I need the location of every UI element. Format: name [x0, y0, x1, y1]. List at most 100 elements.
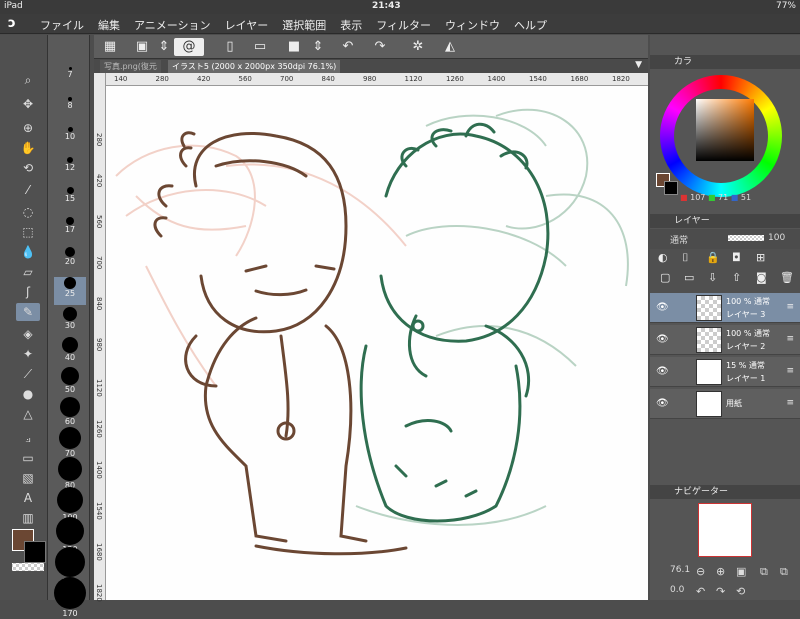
brush-size-8[interactable]: 8 — [54, 97, 86, 125]
blend-mode-select[interactable]: 通常 — [670, 233, 688, 246]
blend-icon[interactable]: 💧 — [16, 243, 40, 261]
line-icon[interactable]: ⟋ — [16, 365, 40, 383]
merge-down-icon[interactable]: ⇩ — [708, 271, 717, 284]
zoom-value[interactable]: 76.1 — [670, 565, 690, 575]
brush-size-12[interactable]: 12 — [54, 157, 86, 185]
tab-illust[interactable]: イラスト5 (2000 x 2000px 350dpi 76.1%) — [168, 60, 341, 73]
layer-lock-icon[interactable]: 🔒 — [706, 251, 720, 264]
opacity-slider[interactable] — [728, 235, 764, 241]
layer-menu-icon[interactable]: ≡ — [786, 302, 794, 312]
brush-size-70[interactable]: 70 — [54, 427, 86, 458]
new-folder-icon[interactable]: ▭ — [684, 271, 694, 284]
brush-size-7[interactable]: 7 — [54, 67, 86, 95]
sparkle-icon[interactable]: ✦ — [16, 345, 40, 363]
zoom-out-icon[interactable]: ⊖ — [696, 565, 705, 578]
tab-menu-icon[interactable]: ▼ — [635, 60, 642, 70]
brush-size-17[interactable]: 17 — [54, 217, 86, 245]
rectangle-icon[interactable]: ▭ — [16, 449, 40, 467]
menu-selection[interactable]: 選択範囲 — [282, 17, 326, 33]
ruler-icon[interactable]: △ — [16, 405, 40, 423]
opacity-value[interactable]: 100 — [768, 233, 785, 243]
layer-menu-icon[interactable]: ≡ — [786, 366, 794, 376]
layer-ref-icon[interactable]: ⊞ — [756, 251, 765, 264]
navigator-header[interactable]: ナビゲーター — [650, 485, 800, 499]
layer-row[interactable]: 👁 100 % 通常 レイヤー 2 ≡ — [650, 325, 800, 355]
layer-blend-icon[interactable]: ◐ — [658, 251, 668, 264]
text-icon[interactable]: A — [16, 489, 40, 507]
layer-menu-icon[interactable]: ≡ — [786, 398, 794, 408]
brush-size-10[interactable]: 10 — [54, 127, 86, 155]
figure-icon[interactable]: ⟓ — [16, 429, 40, 447]
menu-help[interactable]: ヘルプ — [514, 17, 547, 33]
undo-icon[interactable]: ↶ — [338, 38, 358, 56]
reset-rotate-icon[interactable]: ⟲ — [736, 585, 745, 598]
menu-file[interactable]: ファイル — [40, 17, 84, 33]
layer-panel-header[interactable]: レイヤー — [650, 214, 800, 228]
transparent-swatch[interactable] — [12, 563, 44, 571]
flip-v-icon[interactable]: ⧉ — [780, 565, 788, 579]
balloon-icon[interactable]: ● — [16, 385, 40, 403]
grid-icon[interactable]: ▦ — [100, 38, 120, 56]
loading-icon[interactable]: ✲ — [408, 38, 428, 56]
magnify-icon[interactable]: ⊕ — [16, 119, 40, 137]
pen-icon[interactable]: ✎ — [16, 303, 40, 321]
lasso-icon[interactable]: ◌ — [16, 203, 40, 221]
zoom-in-icon[interactable]: ⊕ — [716, 565, 725, 578]
menu-layer[interactable]: レイヤー — [225, 17, 269, 33]
brush-icon[interactable]: ʃ — [16, 283, 40, 301]
eraser-icon[interactable]: ▱ — [16, 263, 40, 281]
save-icon[interactable]: ■ — [284, 38, 304, 56]
navigator-preview[interactable] — [698, 503, 752, 557]
mask-icon[interactable]: ◙ — [756, 271, 767, 284]
merge-up-icon[interactable]: ⇧ — [732, 271, 741, 284]
fill-icon[interactable]: ◭ — [440, 38, 460, 56]
tile-icon[interactable]: ▥ — [16, 509, 40, 527]
brush-size-80[interactable]: 80 — [54, 457, 86, 490]
drawing-canvas[interactable] — [106, 86, 648, 600]
move-icon[interactable]: ✥ — [16, 95, 40, 113]
new-file-icon[interactable]: ▯ — [220, 38, 240, 56]
layer-menu-icon[interactable]: ≡ — [786, 334, 794, 344]
stepper-icon[interactable]: ⇕ — [154, 38, 174, 56]
layer-row[interactable]: 👁 100 % 通常 レイヤー 3 ≡ — [650, 293, 800, 323]
bucket-icon[interactable]: ◈ — [16, 325, 40, 343]
brush-size-50[interactable]: 50 — [54, 367, 86, 395]
app-logo-icon[interactable]: ↄ — [8, 16, 24, 32]
brush-size-60[interactable]: 60 — [54, 397, 86, 426]
spiral-icon[interactable]: @ — [174, 38, 204, 56]
layer-mask-icon[interactable]: ◘ — [732, 251, 741, 264]
brush-size-25[interactable]: 25 — [54, 277, 86, 305]
brush-size-30[interactable]: 30 — [54, 307, 86, 335]
sub-color-swatch[interactable] — [24, 541, 46, 563]
new-layer-icon[interactable]: ▢ — [660, 271, 670, 284]
layer-row[interactable]: 👁 15 % 通常 レイヤー 1 ≡ — [650, 357, 800, 387]
select-icon[interactable]: ⬚ — [16, 223, 40, 241]
rotate-icon[interactable]: ⟲ — [16, 159, 40, 177]
eye-icon[interactable]: 👁 — [656, 302, 669, 313]
hand-icon[interactable]: ✋ — [16, 139, 40, 157]
menu-view[interactable]: 表示 — [340, 17, 362, 33]
brush-size-15[interactable]: 15 — [54, 187, 86, 215]
eye-icon[interactable]: 👁 — [656, 398, 669, 409]
tab-photo[interactable]: 写真.png(復元 — [100, 60, 161, 73]
brush-size-170[interactable]: 170 — [54, 577, 86, 618]
flip-h-icon[interactable]: ⧉ — [760, 565, 768, 579]
brush-size-150[interactable]: 150 — [54, 547, 86, 586]
brush-size-20[interactable]: 20 — [54, 247, 86, 275]
menu-animation[interactable]: アニメーション — [134, 17, 211, 33]
brush-size-40[interactable]: 40 — [54, 337, 86, 365]
layer-clip-icon[interactable]: ⌷ — [682, 251, 689, 265]
photo-icon[interactable]: ▣ — [132, 38, 152, 56]
gradient-icon[interactable]: ▧ — [16, 469, 40, 487]
brush-size-100[interactable]: 100 — [54, 487, 86, 522]
saturation-square[interactable] — [696, 99, 754, 161]
fit-icon[interactable]: ▣ — [736, 565, 746, 578]
delete-layer-icon[interactable]: 🗑 — [780, 271, 794, 284]
menu-filter[interactable]: フィルター — [376, 17, 431, 33]
color-panel-header[interactable]: カラ — [650, 55, 800, 69]
rotate-right-icon[interactable]: ↷ — [716, 585, 725, 598]
color-sub-swatch[interactable] — [664, 181, 678, 195]
open-folder-icon[interactable]: ▭ — [250, 38, 270, 56]
rotate-left-icon[interactable]: ↶ — [696, 585, 705, 598]
eyedropper-icon[interactable]: ⁄ — [16, 181, 40, 199]
